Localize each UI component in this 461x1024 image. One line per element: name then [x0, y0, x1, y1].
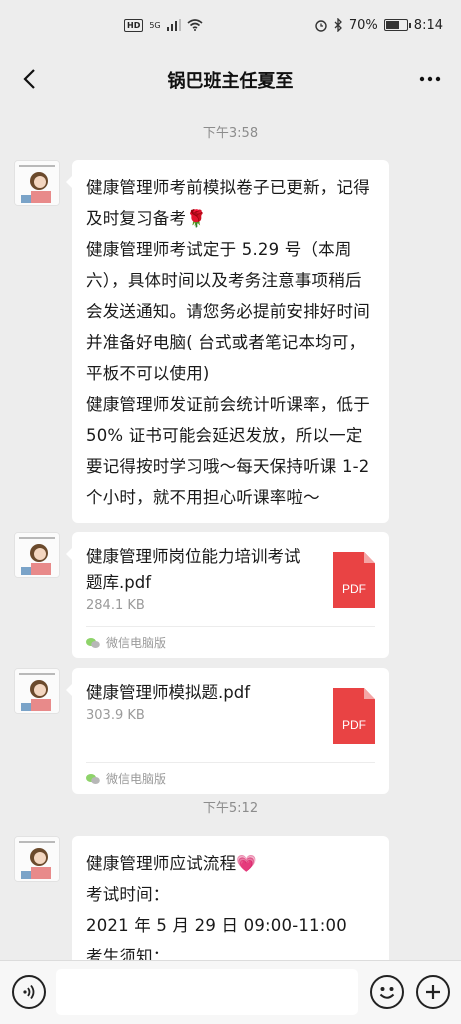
time-label: 下午3:58 — [202, 126, 259, 141]
file-source-label: 微信电脑版 — [106, 772, 167, 786]
avatar-image — [15, 161, 59, 205]
alarm-icon — [315, 20, 327, 32]
chat-title: 锅巴班主任夏至 — [167, 71, 294, 92]
message-line: 2021 年 5 月 29 日 09:00-11:00 — [86, 916, 347, 935]
battery-percent: 70% — [348, 17, 378, 33]
avatar-image — [15, 669, 59, 713]
message-line: 考试时间： — [86, 885, 170, 904]
voice-icon — [23, 984, 35, 1000]
time-label: 下午5:12 — [202, 801, 259, 816]
network-label: 5G — [149, 20, 161, 30]
text-message[interactable]: 健康管理师考前模拟卷子已更新，记得及时复习备考🌹 健康管理师考试定于 5.29 … — [66, 160, 389, 523]
file-size: 303.9 KB — [86, 708, 145, 723]
pdf-file-icon: PDF — [333, 688, 375, 744]
text-message[interactable]: 健康管理师应试流程💗 考试时间： 2021 年 5 月 29 日 09:00-1… — [72, 836, 389, 960]
file-message[interactable]: 健康管理师岗位能力培训考试题库.pdf 284.1 KB PDF 微信电脑版 — [66, 532, 389, 658]
plus-button[interactable] — [416, 975, 450, 1009]
avatar[interactable] — [14, 532, 60, 578]
wifi-icon — [187, 19, 203, 31]
back-button[interactable] — [12, 62, 46, 96]
message-line: 健康管理师发证前会统计听课率，低于 50% 证书可能会延迟发放，所以一定要记得按… — [86, 395, 370, 507]
avatar-image — [15, 837, 59, 881]
voice-button[interactable] — [12, 975, 46, 1009]
signal-icon — [166, 19, 181, 31]
file-size: 284.1 KB — [86, 598, 145, 613]
file-name: 健康管理师模拟题.pdf — [86, 683, 251, 702]
file-message[interactable]: 健康管理师模拟题.pdf 303.9 KB PDF 微信电脑版 — [66, 668, 389, 794]
pdf-icon-label: PDF — [342, 582, 366, 596]
plus-icon — [426, 985, 440, 999]
emoji-icon — [379, 987, 395, 999]
back-arrow-icon — [23, 69, 35, 89]
message-line: 健康管理师应试流程💗 — [86, 854, 258, 873]
battery-fill — [385, 21, 400, 29]
file-source: 微信电脑版 — [86, 762, 375, 794]
pdf-file-icon: PDF — [333, 552, 375, 608]
file-source: 微信电脑版 — [86, 626, 375, 658]
message-input[interactable] — [56, 969, 358, 1015]
emoji-button[interactable] — [370, 975, 404, 1009]
more-button[interactable] — [413, 62, 447, 96]
chat-header: 锅巴班主任夏至 — [0, 50, 461, 110]
avatar[interactable] — [14, 836, 60, 882]
status-bar: HD 5G 70% 8:14 — [0, 0, 461, 50]
more-icon — [419, 76, 441, 82]
battery-icon — [383, 19, 411, 31]
message-line: 健康管理师考试定于 5.29 号（本周六），具体时间以及考务注意事项稍后会发送通… — [86, 240, 370, 383]
clock: 8:14 — [413, 17, 443, 33]
wechat-pc-icon — [86, 773, 100, 784]
avatar-image — [15, 533, 59, 577]
hd-indicator: HD — [124, 18, 144, 32]
avatar[interactable] — [14, 668, 60, 714]
avatar[interactable] — [14, 160, 60, 206]
file-source-label: 微信电脑版 — [106, 636, 167, 650]
wechat-pc-icon — [86, 637, 100, 648]
pdf-icon-label: PDF — [342, 718, 366, 732]
bluetooth-icon — [334, 18, 342, 32]
file-name: 健康管理师岗位能力培训考试题库.pdf — [86, 547, 301, 592]
message-line: 健康管理师考前模拟卷子已更新，记得及时复习备考🌹 — [86, 178, 370, 228]
message-line: 考生须知： — [86, 947, 170, 960]
input-bar — [0, 960, 461, 1024]
